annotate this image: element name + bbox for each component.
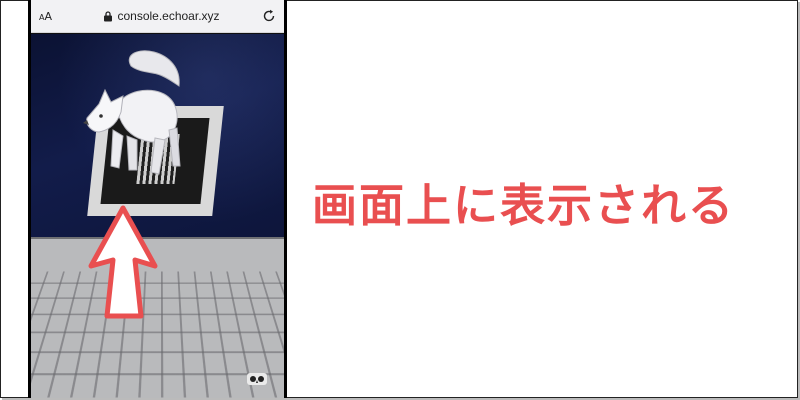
headline-text: 画面上に表示される xyxy=(312,179,736,232)
url-text: console.echoar.xyz xyxy=(117,9,220,23)
phone-screenshot: AA console.echoar.xyz xyxy=(28,0,287,398)
arrow-up-icon xyxy=(88,205,158,319)
text-size-button[interactable]: AA xyxy=(39,10,61,23)
white-fox-3d-model xyxy=(83,50,181,175)
vr-headset-icon[interactable] xyxy=(246,372,268,386)
lock-icon xyxy=(104,10,113,21)
browser-address-bar[interactable]: AA console.echoar.xyz xyxy=(31,0,284,33)
reload-icon[interactable] xyxy=(262,9,276,23)
ar-camera-view xyxy=(31,34,284,398)
url-field[interactable]: console.echoar.xyz xyxy=(61,9,262,23)
